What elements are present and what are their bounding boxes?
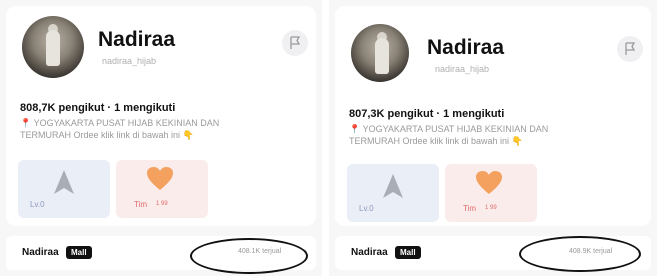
- team-sublabel: 1 99: [156, 201, 168, 207]
- bio-line-2: TERMURAH Ordee klik link di bawah ini: [20, 130, 181, 140]
- follower-stats: 807,3K pengikut · 1 mengikuti: [349, 108, 505, 120]
- level-badge[interactable]: Lv.0: [18, 160, 110, 218]
- avatar[interactable]: [22, 16, 84, 78]
- mall-badge: Mall: [66, 246, 92, 259]
- arrow-level-icon: [54, 170, 74, 194]
- bio-line-2: TERMURAH Ordee klik link di bawah ini: [349, 136, 510, 146]
- shop-name: Nadiraa: [351, 247, 388, 258]
- follower-stats: 808,7K pengikut · 1 mengikuti: [20, 102, 176, 114]
- profile-panel-left: Nadiraa nadiraa_hijab 808,7K pengikut · …: [0, 0, 322, 276]
- profile-handle: nadiraa_hijab: [435, 64, 490, 74]
- report-flag-button[interactable]: [617, 36, 643, 62]
- location-pin-icon: 📍: [349, 124, 361, 134]
- report-flag-button[interactable]: [282, 30, 308, 56]
- team-sublabel: 1 99: [485, 205, 497, 211]
- bio-line-1: YOGYAKARTA PUSAT HIJAB KEKINIAN DAN: [362, 124, 549, 134]
- avatar[interactable]: [351, 24, 409, 82]
- heart-icon: [147, 167, 173, 190]
- team-label: Tim: [134, 200, 148, 209]
- mall-badge: Mall: [395, 246, 421, 259]
- profile-name: Nadiraa: [427, 36, 505, 59]
- pointing-down-icon: 👇: [182, 130, 194, 140]
- heart-icon: [476, 171, 502, 194]
- team-badge[interactable]: Tim 1 99: [445, 164, 537, 222]
- profile-card: Nadiraa nadiraa_hijab 808,7K pengikut · …: [6, 6, 316, 226]
- level-label: Lv.0: [30, 200, 45, 209]
- highlight-circle: [519, 236, 641, 272]
- team-badge[interactable]: Tim 1 99: [116, 160, 208, 218]
- arrow-level-icon: [383, 174, 403, 198]
- flag-icon: [290, 36, 301, 49]
- profile-bio: 📍 YOGYAKARTA PUSAT HIJAB KEKINIAN DAN TE…: [349, 123, 619, 147]
- profile-name: Nadiraa: [98, 28, 176, 51]
- profile-handle: nadiraa_hijab: [102, 56, 157, 66]
- location-pin-icon: 📍: [20, 118, 32, 128]
- team-label: Tim: [463, 204, 477, 213]
- bio-line-1: YOGYAKARTA PUSAT HIJAB KEKINIAN DAN: [33, 118, 220, 128]
- profile-card: Nadiraa nadiraa_hijab 807,3K pengikut · …: [335, 6, 651, 226]
- flag-icon: [625, 42, 636, 55]
- profile-panel-right: Nadiraa nadiraa_hijab 807,3K pengikut · …: [329, 0, 657, 276]
- panel-divider: [322, 0, 329, 276]
- pointing-down-icon: 👇: [511, 136, 523, 146]
- level-badge[interactable]: Lv.0: [347, 164, 439, 222]
- profile-bio: 📍 YOGYAKARTA PUSAT HIJAB KEKINIAN DAN TE…: [20, 117, 290, 141]
- highlight-circle: [190, 238, 308, 274]
- level-label: Lv.0: [359, 204, 374, 213]
- shop-name: Nadiraa: [22, 247, 59, 258]
